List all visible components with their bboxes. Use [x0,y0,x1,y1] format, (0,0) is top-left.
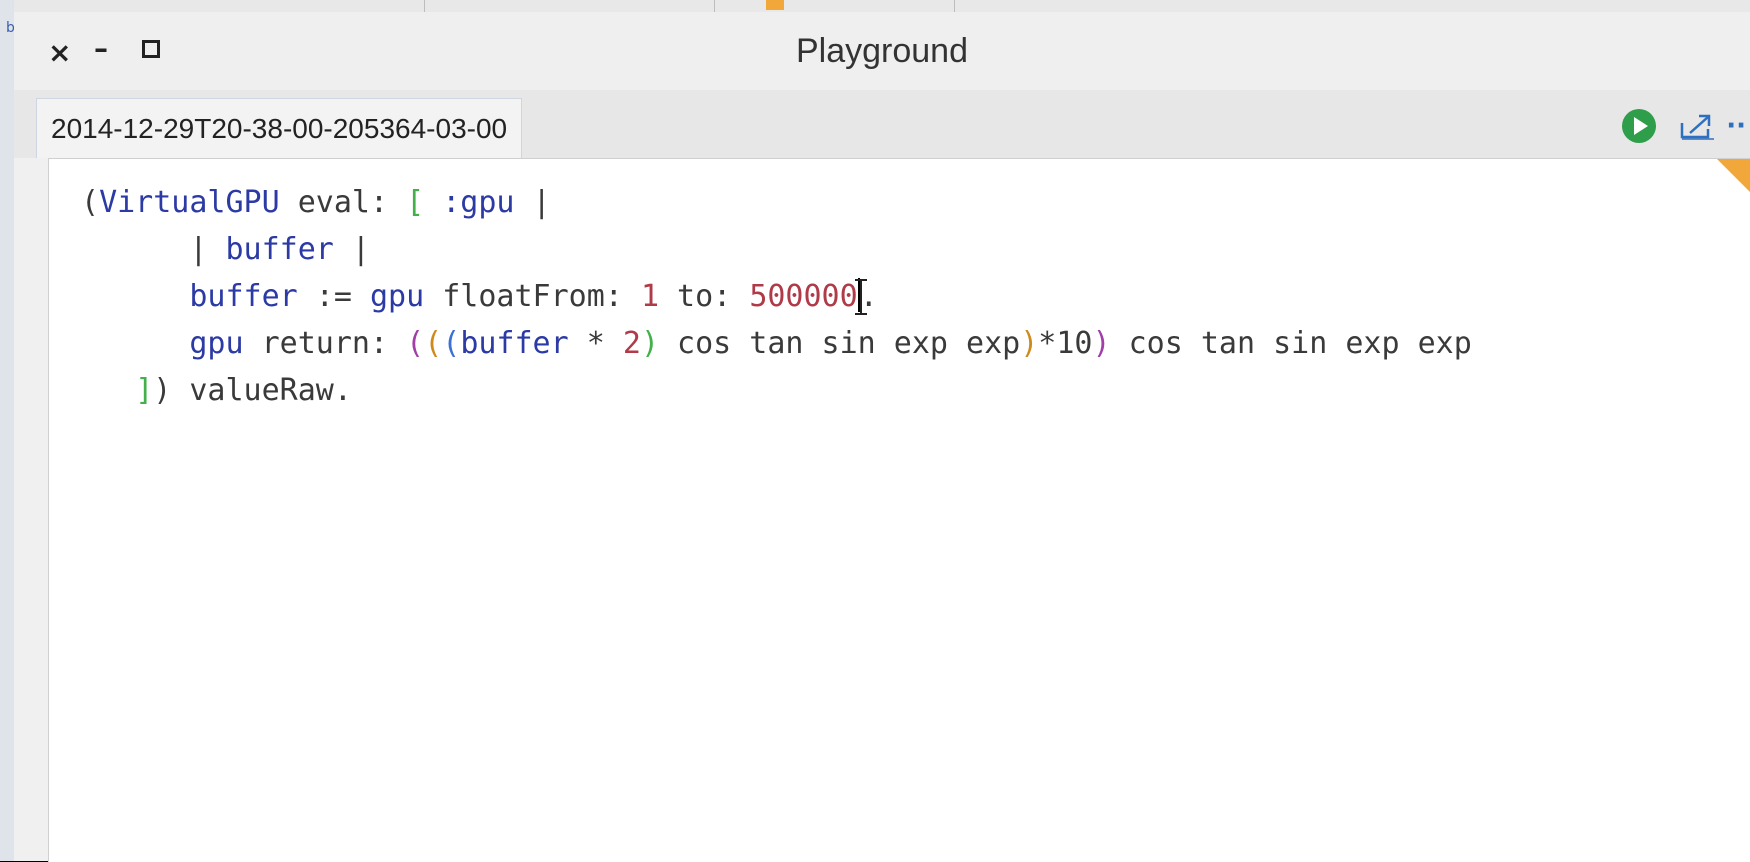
tab-bar: 2014-12-29T20-38-00-205364-03-00 ·· [14,90,1750,158]
code-editor[interactable]: (VirtualGPU eval: [ :gpu | | buffer | bu… [48,158,1750,862]
share-icon[interactable] [1678,111,1718,141]
window-title: Playground [795,32,968,70]
more-options-icon[interactable]: ·· [1726,111,1750,141]
background-accent-mark [766,0,784,10]
background-tab-divider [954,0,955,12]
playground-window: × – Playground 2014-12-29T20-38-00-20536… [14,12,1750,862]
background-window-edge: b [0,0,15,861]
background-tab-divider [424,0,425,12]
text-cursor-ibeam-icon [855,279,867,315]
code-text[interactable]: (VirtualGPU eval: [ :gpu | | buffer | bu… [81,179,1472,414]
code-line: gpu return: (((buffer * 2) cos tan sin e… [189,326,1472,361]
tab-label: 2014-12-29T20-38-00-205364-03-00 [51,112,508,144]
title-bar[interactable]: × – Playground [14,12,1750,90]
code-line: (VirtualGPU eval: [ :gpu | [81,185,551,220]
tab-playground-session[interactable]: 2014-12-29T20-38-00-205364-03-00 [36,98,523,158]
play-circle-icon[interactable] [1622,109,1657,143]
code-line: buffer := gpu floatFrom: 1 to: 500000. [189,278,878,314]
background-tab-divider [714,0,715,12]
editor-toolbar: ·· [1622,108,1750,144]
background-window-top [14,0,1750,12]
code-line: | buffer | [189,232,370,267]
code-line: ]) valueRaw. [135,373,352,408]
editor-corner-accent [1717,159,1750,193]
